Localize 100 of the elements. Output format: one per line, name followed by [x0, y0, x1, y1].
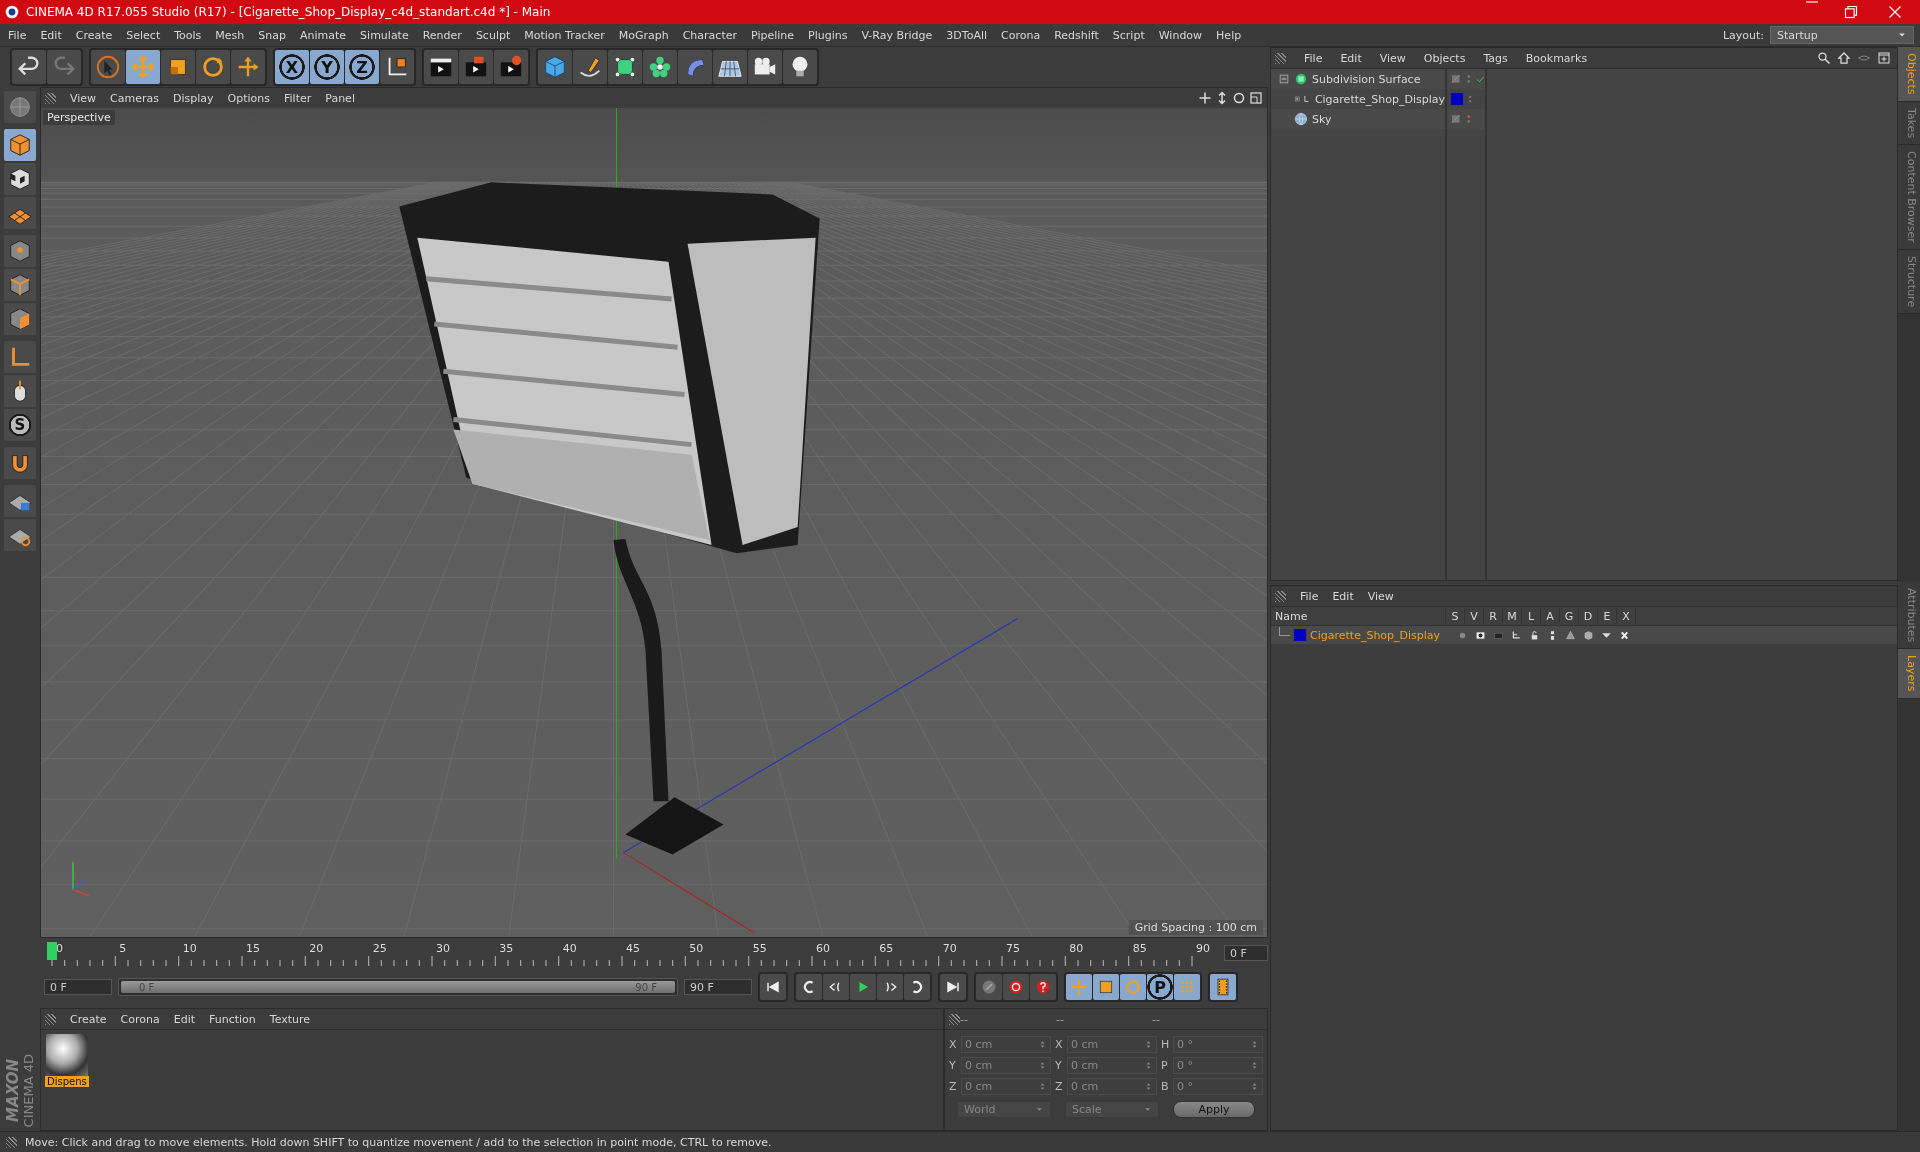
- menu-item[interactable]: V-Ray Bridge: [861, 28, 933, 42]
- menu-item[interactable]: Simulate: [360, 28, 409, 42]
- rotate-tool[interactable]: [196, 50, 230, 84]
- menu-item[interactable]: Window: [1158, 28, 1203, 42]
- autokey-button[interactable]: [1030, 974, 1056, 1000]
- menu-item[interactable]: Filter: [284, 91, 312, 105]
- hierarchy-icon[interactable]: [1510, 629, 1522, 641]
- object-name[interactable]: Cigarette_Shop_Display: [1314, 92, 1445, 106]
- menu-item[interactable]: File: [1304, 51, 1323, 65]
- menu-item[interactable]: 3DToAll: [946, 28, 987, 42]
- panel-grip-icon[interactable]: [1275, 590, 1286, 602]
- end-frame-field[interactable]: 90 F: [684, 979, 752, 995]
- layer-color-swatch[interactable]: [1294, 629, 1306, 641]
- column-header[interactable]: A: [1541, 608, 1560, 624]
- object-name[interactable]: Sky: [1312, 112, 1332, 126]
- column-header[interactable]: V: [1465, 608, 1484, 624]
- start-frame-field[interactable]: 0 F: [44, 979, 112, 995]
- menu-item[interactable]: Mesh: [215, 28, 245, 42]
- previous-key-button[interactable]: [796, 974, 822, 1000]
- box-icon[interactable]: [1582, 629, 1594, 641]
- menu-item[interactable]: Motion Tracker: [524, 28, 605, 42]
- snap-tool[interactable]: S: [4, 409, 36, 441]
- eye-icon[interactable]: [1474, 629, 1486, 641]
- timeline-ruler[interactable]: 0 5 10 15 20 25 30 35 40 45 50 55 60 65 70 75 80 85 90: [44, 940, 1218, 966]
- menu-item[interactable]: Create: [75, 28, 113, 42]
- menu-item[interactable]: Plugins: [808, 28, 848, 42]
- menu-item[interactable]: Create: [70, 1012, 107, 1026]
- column-header[interactable]: M: [1503, 608, 1522, 624]
- menu-item[interactable]: Snap: [258, 28, 286, 42]
- expand-box-icon[interactable]: [1294, 93, 1301, 105]
- previous-frame-button[interactable]: [823, 974, 849, 1000]
- x-shape-icon[interactable]: [1618, 629, 1630, 641]
- menu-item[interactable]: Character: [682, 28, 737, 42]
- menu-item[interactable]: Render: [422, 28, 462, 42]
- floor-tool[interactable]: [713, 50, 747, 84]
- menu-item[interactable]: File: [1300, 589, 1319, 603]
- column-header[interactable]: D: [1579, 608, 1598, 624]
- menu-item[interactable]: MoGraph: [618, 28, 669, 42]
- column-header[interactable]: L: [1522, 608, 1541, 624]
- panel-grip-icon[interactable]: [949, 1013, 960, 1025]
- points-mode-tool[interactable]: [4, 235, 36, 267]
- menu-item[interactable]: Animate: [300, 28, 347, 42]
- key-parameter-button[interactable]: P: [1147, 974, 1173, 1000]
- lock-workplane-tool[interactable]: [4, 485, 36, 517]
- axis-mode-tool[interactable]: [4, 341, 36, 373]
- undo-tool[interactable]: [12, 50, 46, 84]
- menu-item[interactable]: Pipeline: [751, 28, 795, 42]
- next-key-button[interactable]: [904, 974, 930, 1000]
- layout-dropdown[interactable]: Startup: [1770, 26, 1914, 44]
- menu-item[interactable]: Sculpt: [475, 28, 511, 42]
- menu-item[interactable]: File: [8, 28, 27, 42]
- workplane-mode-tool[interactable]: [4, 197, 36, 229]
- render-view-tool[interactable]: [424, 50, 458, 84]
- material-name[interactable]: Dispens: [45, 1076, 89, 1087]
- menu-item[interactable]: View: [1367, 589, 1394, 603]
- menu-item[interactable]: Help: [1216, 28, 1242, 42]
- pen-tool[interactable]: [573, 50, 607, 84]
- texture-mode-tool[interactable]: [4, 163, 36, 195]
- next-frame-button[interactable]: [877, 974, 903, 1000]
- make-editable-tool[interactable]: [4, 91, 36, 123]
- polygons-mode-tool[interactable]: [4, 303, 36, 335]
- menu-item[interactable]: Options: [227, 91, 270, 105]
- layer-swatch[interactable]: [1451, 93, 1463, 105]
- record-button[interactable]: [1003, 974, 1029, 1000]
- menu-item[interactable]: Tags: [1483, 51, 1508, 65]
- column-header[interactable]: Name: [1271, 608, 1446, 624]
- axis-lock-button[interactable]: X: [275, 50, 309, 84]
- panel-grip-icon[interactable]: [45, 92, 56, 104]
- side-tab[interactable]: Objects: [1898, 47, 1920, 102]
- menu-item[interactable]: Cameras: [110, 91, 159, 105]
- menu-item[interactable]: Edit: [1340, 51, 1362, 65]
- menu-item[interactable]: Function: [209, 1012, 256, 1026]
- menu-item[interactable]: Edit: [1332, 589, 1354, 603]
- cone-icon[interactable]: [1564, 629, 1576, 641]
- column-header[interactable]: R: [1484, 608, 1503, 624]
- play-button[interactable]: [850, 974, 876, 1000]
- menu-item[interactable]: Bookmarks: [1525, 51, 1588, 65]
- subdivision-tool[interactable]: [608, 50, 642, 84]
- material-preview-icon[interactable]: [45, 1034, 88, 1076]
- model-mode-tool[interactable]: [4, 129, 36, 161]
- deformer-tool[interactable]: [678, 50, 712, 84]
- tweak-mode-tool[interactable]: [4, 375, 36, 407]
- scale-tool[interactable]: [161, 50, 195, 84]
- menu-item[interactable]: View: [1379, 51, 1406, 65]
- menu-item[interactable]: Edit: [40, 28, 62, 42]
- coordinate-system-tool[interactable]: [380, 50, 414, 84]
- column-header[interactable]: G: [1560, 608, 1579, 624]
- planar-workplane-tool[interactable]: [4, 519, 36, 551]
- column-header[interactable]: X: [1617, 608, 1636, 624]
- render-tool[interactable]: [459, 50, 493, 84]
- edges-mode-tool[interactable]: [4, 269, 36, 301]
- cube-tool[interactable]: [538, 50, 572, 84]
- menu-item[interactable]: Objects: [1423, 51, 1466, 65]
- menu-item[interactable]: Edit: [173, 1012, 195, 1026]
- collapse-box-icon[interactable]: [1278, 73, 1290, 85]
- key-scale-button[interactable]: [1093, 974, 1119, 1000]
- axis-lock-button[interactable]: Y: [310, 50, 344, 84]
- light-tool[interactable]: [783, 50, 817, 84]
- menu-item[interactable]: Select: [126, 28, 161, 42]
- select-tool[interactable]: [91, 50, 125, 84]
